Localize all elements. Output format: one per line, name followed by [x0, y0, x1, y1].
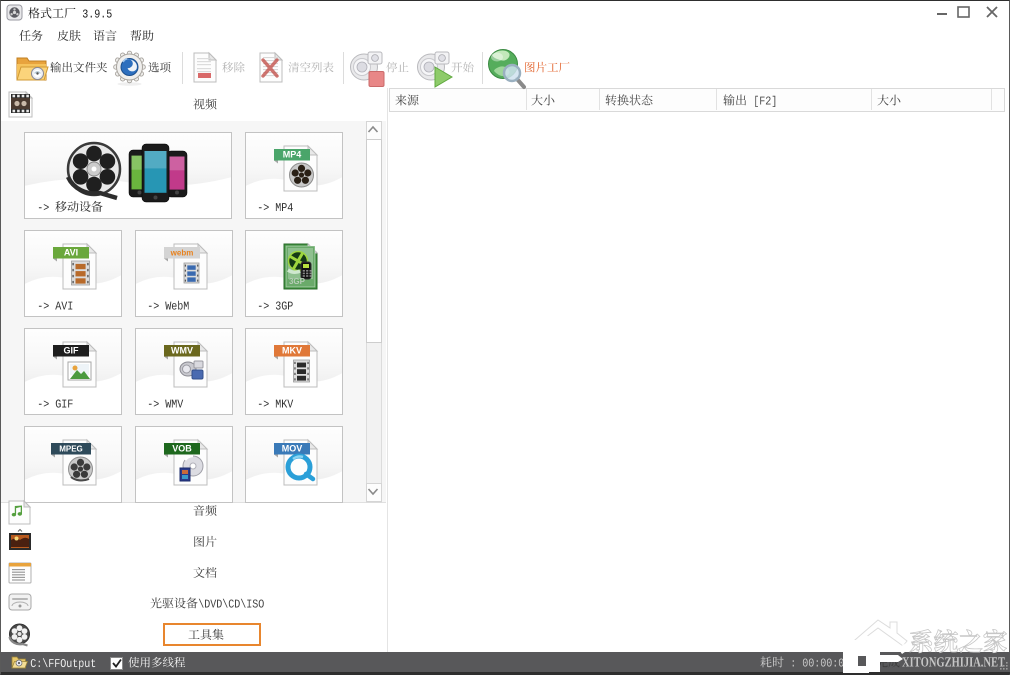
svg-text:MPEG: MPEG: [59, 445, 83, 454]
svg-text:VOB: VOB: [172, 444, 192, 454]
svg-text:webm: webm: [170, 249, 194, 258]
svg-text:WMV: WMV: [171, 346, 193, 356]
svg-text:MKV: MKV: [282, 346, 302, 356]
svg-text:AVI: AVI: [64, 248, 78, 258]
svg-text:MP4: MP4: [283, 150, 302, 160]
svg-text:GIF: GIF: [64, 346, 80, 356]
svg-text:3GP: 3GP: [289, 277, 306, 286]
svg-text:MOV: MOV: [282, 444, 303, 454]
